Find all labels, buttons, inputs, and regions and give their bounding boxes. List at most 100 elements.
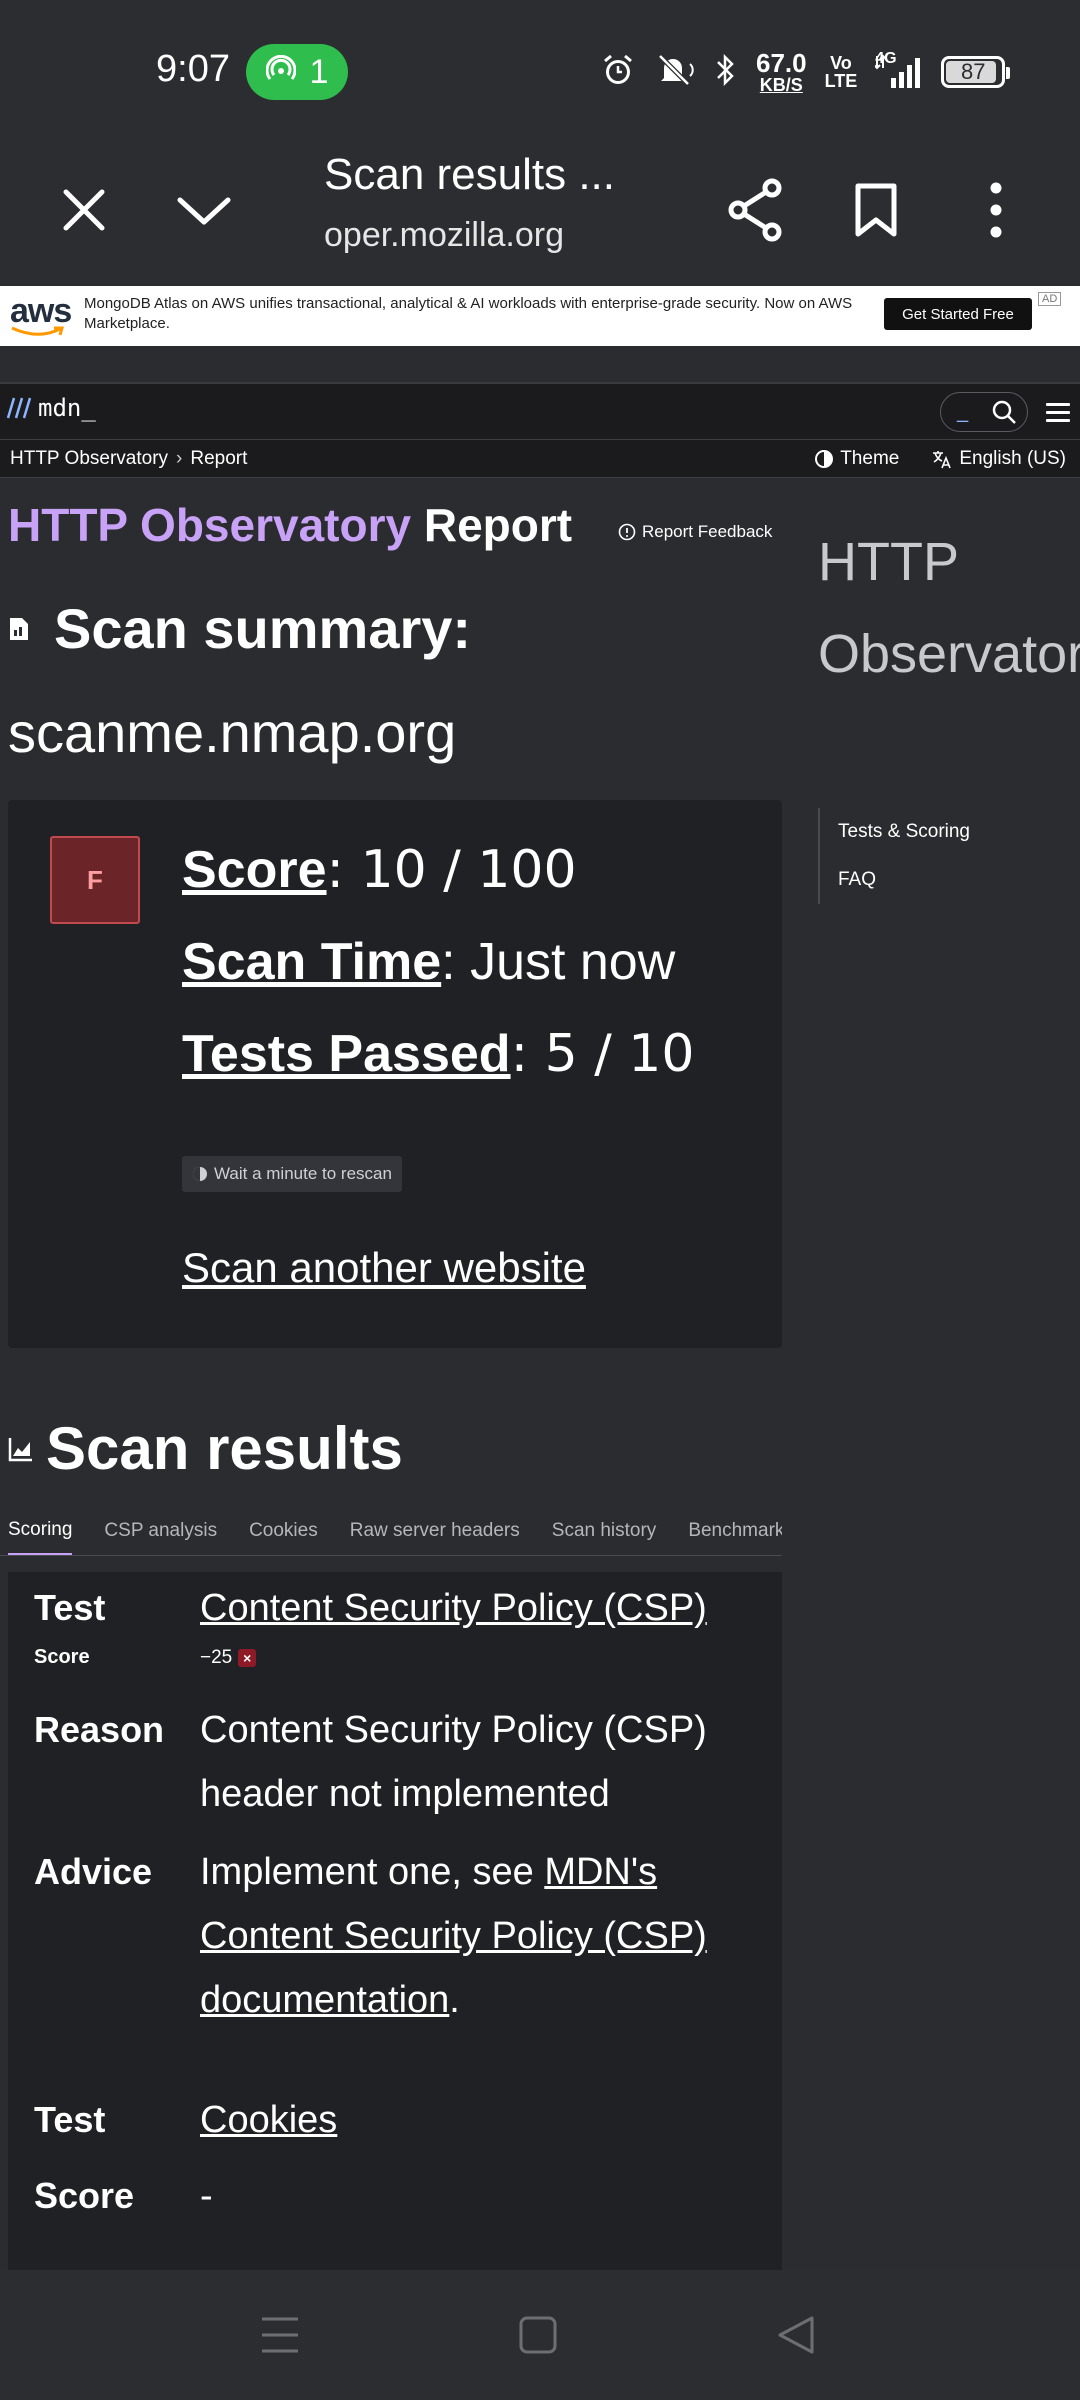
mdn-logo[interactable]: mdn_: [6, 394, 96, 422]
scan-another-link[interactable]: Scan another website: [182, 1244, 586, 1292]
network-speed-value: 67.0: [756, 48, 807, 78]
bookmark-button[interactable]: [836, 170, 916, 250]
page-title: Scan results ...: [324, 150, 616, 199]
breadcrumb-item-report[interactable]: Report: [190, 448, 247, 470]
result-row-advice: Advice Implement one, see MDN's Content …: [34, 1840, 762, 2032]
battery-indicator: 87: [941, 56, 1011, 88]
score-row-number: −25: [200, 1646, 233, 1668]
score-row-value: −25 ×: [200, 1646, 257, 1669]
recent-apps-button[interactable]: [250, 2310, 310, 2360]
tab-benchmark[interactable]: Benchmark c: [688, 1506, 782, 1555]
theme-icon: [815, 450, 834, 468]
network-speed-unit: KB/S: [759, 75, 803, 95]
score-label[interactable]: Score: [182, 841, 327, 899]
results-tabs: Scoring CSP analysis Cookies Raw server …: [0, 1506, 782, 1556]
theme-label: Theme: [840, 448, 900, 469]
network-speed: 67.0 KB/S: [756, 50, 807, 94]
search-cursor-icon: _: [957, 400, 969, 423]
close-icon: [63, 189, 105, 231]
aws-smile-icon: [11, 326, 64, 336]
more-options-button[interactable]: [956, 170, 1036, 250]
tests-passed-line: Tests Passed: 5 / 10: [182, 1024, 694, 1084]
advice-label: Advice: [34, 1851, 153, 1892]
document-icon: [10, 617, 28, 640]
report-feedback-button[interactable]: Report Feedback: [618, 522, 772, 542]
home-button[interactable]: [508, 2310, 568, 2360]
status-time: 9:07: [156, 48, 230, 90]
info-icon: [618, 523, 636, 541]
toc-title: HTTP Observatory: [818, 532, 1080, 684]
score-line: Score: 10 / 100: [182, 840, 577, 900]
test-link-csp[interactable]: Content Security Policy (CSP): [200, 1587, 707, 1629]
score-row-label-2: Score: [34, 2175, 135, 2216]
report-title-highlight: HTTP Observatory: [8, 499, 412, 551]
scan-results-text: Scan results: [46, 1415, 403, 1482]
test-label-2: Test: [34, 2099, 106, 2140]
collapse-button[interactable]: [164, 170, 244, 250]
breadcrumb-item-observatory[interactable]: HTTP Observatory: [10, 448, 168, 470]
tab-scoring[interactable]: Scoring: [8, 1506, 73, 1555]
tab-cookies[interactable]: Cookies: [249, 1506, 318, 1555]
scan-time-line: Scan Time: Just now: [182, 932, 675, 992]
chevron-down-icon: [177, 197, 231, 225]
advice-suffix: .: [449, 1979, 460, 2021]
mute-icon: [654, 52, 696, 93]
toc-item-tests-scoring[interactable]: Tests & Scoring: [820, 808, 1018, 856]
ad-tag: AD: [1038, 292, 1062, 306]
rescan-label: Wait a minute to rescan: [214, 1164, 392, 1183]
chart-icon: [8, 1437, 32, 1461]
language-button[interactable]: English (US): [931, 448, 1066, 470]
url-text[interactable]: oper.mozilla.org: [324, 216, 584, 255]
menu-button[interactable]: [1046, 398, 1070, 426]
scan-summary-heading: Scan summary:: [8, 596, 471, 661]
signal-icon: 4G: [875, 50, 923, 90]
back-button[interactable]: [766, 2310, 826, 2360]
tests-passed-label[interactable]: Tests Passed: [182, 1025, 511, 1083]
theme-button[interactable]: Theme: [814, 448, 899, 470]
alarm-icon: [600, 52, 636, 93]
close-tab-button[interactable]: [44, 170, 124, 250]
test-link-cookies[interactable]: Cookies: [200, 2099, 337, 2141]
advice-prefix: Implement one, see: [200, 1851, 545, 1893]
report-title-rest: Report: [423, 499, 573, 551]
back-triangle-icon: [778, 2316, 814, 2354]
network-type: 4G: [875, 50, 897, 67]
tab-raw-server-headers[interactable]: Raw server headers: [350, 1506, 520, 1555]
more-vertical-icon: [990, 182, 1002, 238]
translate-icon: [933, 451, 952, 469]
search-button[interactable]: _: [940, 392, 1028, 432]
score-row-value-2: -: [200, 2175, 213, 2217]
page-content: mdn_ _ HTTP Observatory › Report Theme E…: [0, 346, 1080, 2270]
rescan-button[interactable]: Wait a minute to rescan: [182, 1156, 402, 1192]
page-controls: Theme English (US): [814, 440, 1066, 478]
tests-passed-value: : 5 / 10: [510, 1024, 695, 1084]
advice-value: Implement one, see MDN's Content Securit…: [200, 1840, 762, 2032]
battery-level: 87: [961, 59, 986, 84]
summary-card: F Score: 10 / 100 Scan Time: Just now Te…: [8, 800, 782, 1348]
results-card: Test Content Security Policy (CSP) Score…: [8, 1572, 782, 2270]
ad-text: MongoDB Atlas on AWS unifies transaction…: [84, 295, 853, 332]
bookmark-icon: [855, 183, 897, 237]
score-value: : 10 / 100: [326, 840, 577, 900]
browser-toolbar: Scan results ... oper.mozilla.org: [0, 140, 1080, 286]
aws-logo: aws: [10, 292, 72, 336]
ad-banner[interactable]: aws MongoDB Atlas on AWS unifies transac…: [0, 286, 1080, 346]
tab-scan-history[interactable]: Scan history: [552, 1506, 657, 1555]
result-row-test: Test Content Security Policy (CSP): [34, 1576, 762, 1640]
status-icons: 67.0 KB/S Vo LTE 4G 87: [600, 44, 1011, 100]
mdn-m-icon: [6, 397, 32, 419]
system-navigation-bar: [0, 2270, 1080, 2400]
result-row-score-2: Score -: [34, 2164, 762, 2228]
result-row-reason: Reason Content Security Policy (CSP) hea…: [34, 1698, 762, 1826]
toc-item-faq[interactable]: FAQ: [820, 856, 1018, 904]
menu-icon-bar: [1046, 418, 1070, 422]
share-button[interactable]: [716, 170, 796, 250]
volte-line1: Vo: [830, 53, 852, 73]
tab-csp-analysis[interactable]: CSP analysis: [104, 1506, 217, 1555]
report-feedback-label: Report Feedback: [642, 522, 773, 541]
language-label: English (US): [959, 448, 1066, 469]
hotspot-indicator: 1: [246, 44, 348, 100]
scan-time-label[interactable]: Scan Time: [182, 933, 441, 991]
hotspot-icon: [265, 54, 297, 90]
ad-cta-button[interactable]: Get Started Free: [884, 298, 1032, 330]
